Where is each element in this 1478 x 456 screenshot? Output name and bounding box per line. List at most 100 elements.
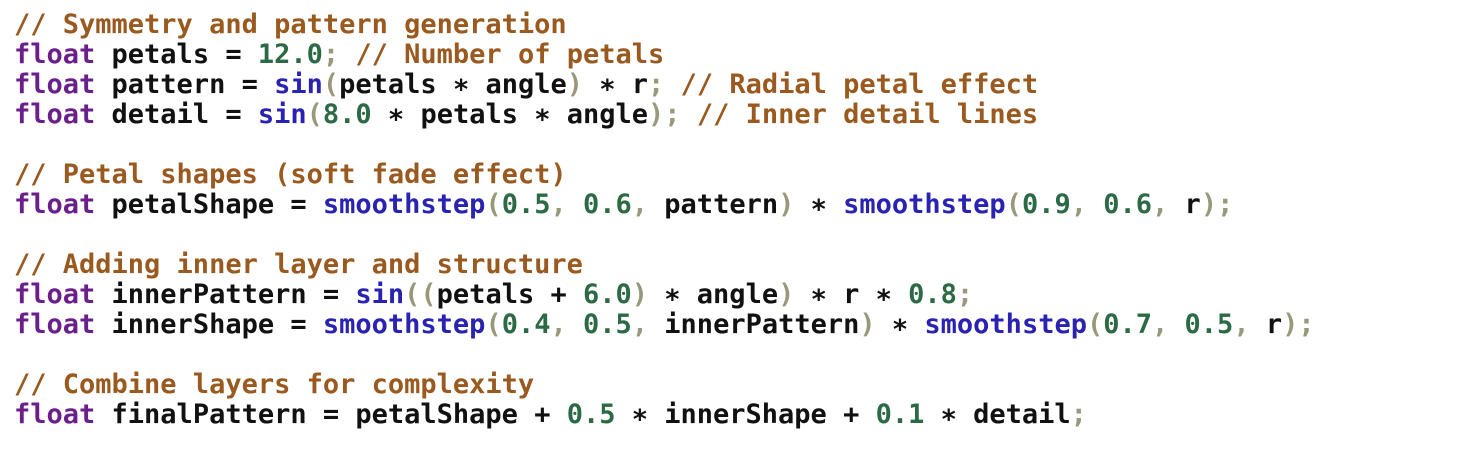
- token-ident: innerPattern: [95, 279, 323, 310]
- token-punct: (: [485, 189, 502, 220]
- token-ident: detail: [973, 399, 1071, 430]
- token-op: ∗: [452, 69, 486, 100]
- token-punct: ;: [322, 39, 356, 70]
- token-type: float: [14, 69, 96, 100]
- token-punct: );: [648, 99, 697, 130]
- token-comment: // Symmetry and pattern generation: [14, 9, 567, 40]
- token-punct: ,: [1070, 189, 1104, 220]
- token-punct: ): [631, 279, 665, 310]
- token-punct: ,: [1152, 309, 1185, 340]
- token-func: sin: [355, 279, 405, 310]
- token-op: +: [534, 399, 567, 430]
- token-punct: ;: [648, 69, 681, 100]
- token-ident: detail: [95, 99, 226, 130]
- token-num: 0.5: [566, 399, 632, 430]
- token-op: =: [241, 69, 275, 100]
- token-num: 8.0: [322, 99, 388, 130]
- token-ident: petalShape: [355, 399, 535, 430]
- token-ident: pattern: [95, 69, 242, 100]
- token-ident: innerShape: [664, 399, 844, 430]
- token-punct: ,: [631, 189, 665, 220]
- token-num: 6.0: [582, 279, 632, 310]
- token-type: float: [14, 279, 96, 310]
- token-ident: petalShape: [95, 189, 291, 220]
- token-num: 0.9: [1021, 189, 1071, 220]
- token-punct: ): [566, 69, 600, 100]
- token-ident: innerPattern: [664, 309, 860, 340]
- token-punct: (: [485, 309, 502, 340]
- token-comment: // Radial petal effect: [680, 69, 1039, 100]
- token-type: float: [14, 39, 96, 70]
- token-ident: r: [1265, 309, 1283, 340]
- token-punct: ,: [1152, 189, 1185, 220]
- token-op: =: [225, 99, 258, 130]
- token-type: float: [14, 309, 96, 340]
- token-op: ∗: [810, 279, 844, 310]
- token-func: sin: [274, 69, 323, 100]
- token-func: smoothstep: [322, 309, 486, 340]
- token-op: ∗: [387, 99, 421, 130]
- token-num: 0.8: [908, 279, 957, 310]
- token-op: +: [550, 279, 583, 310]
- code-line: float pattern = sin(petals ∗ angle) ∗ r;…: [14, 70, 1478, 100]
- token-ident: r: [843, 279, 876, 310]
- token-ident: angle: [485, 69, 567, 100]
- token-ident: pattern: [664, 189, 779, 220]
- token-num: 0.7: [1103, 309, 1153, 340]
- token-ident: angle: [696, 279, 779, 310]
- token-ident: petals: [339, 69, 453, 100]
- code-line: // Symmetry and pattern generation: [14, 10, 1478, 40]
- token-punct: );: [1200, 189, 1234, 220]
- token-ident: angle: [566, 99, 649, 130]
- token-op: ∗: [599, 69, 632, 100]
- token-ident: r: [1184, 189, 1201, 220]
- code-line: float petals = 12.0; // Number of petals: [14, 40, 1478, 70]
- token-punct: ): [859, 309, 892, 340]
- token-op: ∗: [891, 309, 925, 340]
- token-op: =: [290, 189, 323, 220]
- token-ident: r: [631, 69, 649, 100]
- code-line: float detail = sin(8.0 ∗ petals ∗ angle)…: [14, 100, 1478, 130]
- code-line: float petalShape = smoothstep(0.5, 0.6, …: [14, 190, 1478, 220]
- token-op: =: [290, 309, 323, 340]
- token-punct: ,: [1233, 309, 1266, 340]
- token-num: 0.5: [583, 309, 632, 340]
- code-line: float innerPattern = sin((petals + 6.0) …: [14, 280, 1478, 310]
- token-comment: // Inner detail lines: [696, 99, 1039, 130]
- token-num: 0.1: [875, 399, 941, 430]
- code-line: // Petal shapes (soft fade effect): [14, 160, 1478, 190]
- token-punct: ): [778, 279, 811, 310]
- token-num: 0.5: [501, 189, 551, 220]
- token-num: 0.4: [501, 309, 551, 340]
- token-ident: finalPattern: [95, 399, 323, 430]
- token-punct: ;: [956, 279, 974, 310]
- token-punct: ,: [550, 189, 583, 220]
- token-comment: // Petal shapes (soft fade effect): [14, 159, 567, 190]
- token-punct: ;: [1070, 399, 1087, 430]
- token-num: 0.6: [583, 189, 632, 220]
- token-op: ∗: [534, 99, 567, 130]
- token-ident: petals: [436, 279, 551, 310]
- token-op: =: [322, 399, 356, 430]
- token-punct: );: [1282, 309, 1315, 340]
- code-line: // Adding inner layer and structure: [14, 250, 1478, 280]
- code-view: // Symmetry and pattern generation float …: [0, 0, 1478, 456]
- token-num: 0.5: [1184, 309, 1234, 340]
- token-op: =: [225, 39, 258, 70]
- token-punct: (: [1005, 189, 1022, 220]
- token-type: float: [14, 399, 96, 430]
- token-ident: petals: [420, 99, 535, 130]
- token-punct: (: [1086, 309, 1104, 340]
- token-op: ∗: [875, 279, 909, 310]
- code-line: // Combine layers for complexity: [14, 370, 1478, 400]
- token-op: ∗: [810, 189, 844, 220]
- token-op: =: [322, 279, 356, 310]
- token-comment: // Adding inner layer and structure: [14, 249, 583, 280]
- token-comment: // Combine layers for complexity: [14, 369, 535, 400]
- token-func: sin: [257, 99, 307, 130]
- token-ident: innerShape: [95, 309, 291, 340]
- token-punct: ,: [631, 309, 665, 340]
